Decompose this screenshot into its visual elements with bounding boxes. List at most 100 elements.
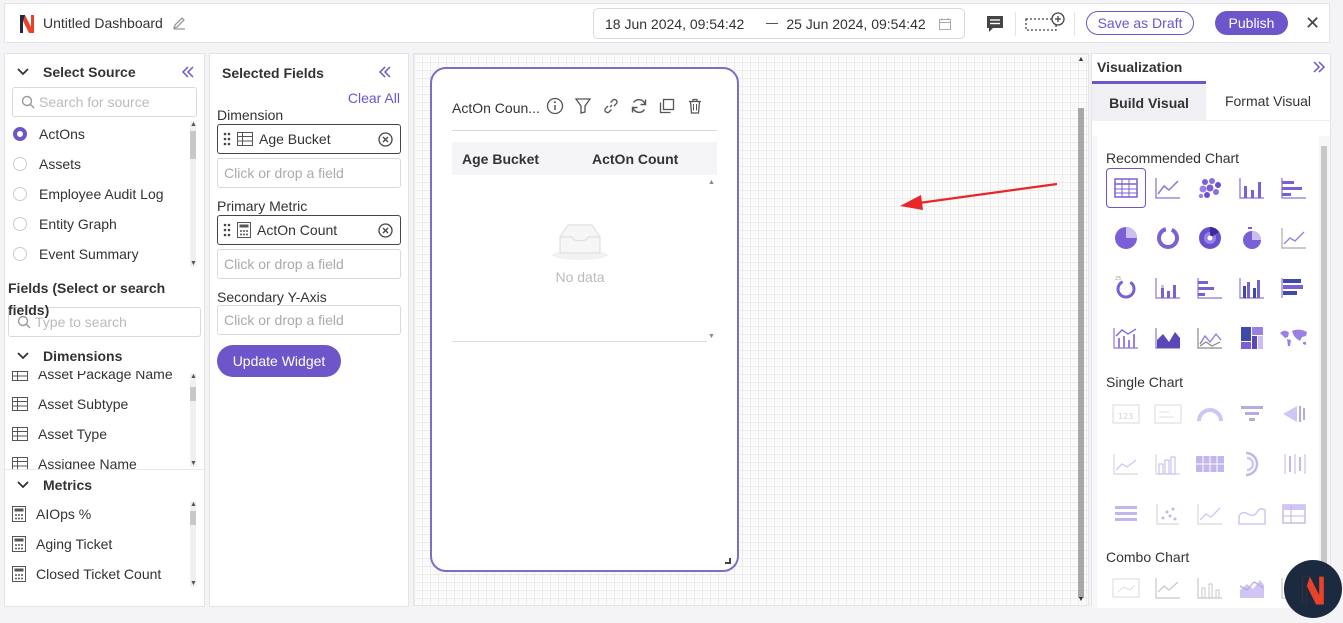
- radio[interactable]: [13, 217, 27, 231]
- area-line-chart-icon[interactable]: [1274, 218, 1314, 258]
- metric-item[interactable]: AIOps %: [5, 499, 204, 529]
- info-icon[interactable]: [546, 97, 564, 115]
- radio[interactable]: [13, 247, 27, 261]
- combo-kpi-icon[interactable]: [1106, 568, 1146, 608]
- pivot-table-icon[interactable]: [1274, 494, 1314, 534]
- publish-button[interactable]: Publish: [1215, 11, 1288, 35]
- metric-item[interactable]: Closed Ticket Count: [5, 559, 204, 589]
- dashboard-canvas[interactable]: ActOn Coun... Age Bucket ActOn Count ▲ N…: [413, 53, 1089, 606]
- visualization-scrollbar[interactable]: [1320, 136, 1328, 608]
- source-item[interactable]: Event Summary: [5, 239, 204, 269]
- scroll-down-arrow[interactable]: ▼: [190, 460, 197, 467]
- grouped-column-icon[interactable]: [1232, 268, 1272, 308]
- stacked-bar-icon[interactable]: [1190, 268, 1230, 308]
- filter-icon[interactable]: [574, 97, 592, 115]
- combo-area-icon[interactable]: [1232, 568, 1272, 608]
- kpi-card-icon[interactable]: [1148, 394, 1188, 434]
- link-icon[interactable]: [602, 97, 620, 115]
- dot-plot-icon[interactable]: [1148, 494, 1188, 534]
- column-header[interactable]: Age Bucket: [462, 151, 592, 167]
- refresh-icon[interactable]: [630, 97, 648, 115]
- scroll-down-arrow[interactable]: ▼: [708, 333, 715, 340]
- combo-line-icon[interactable]: [1148, 568, 1188, 608]
- scroll-thumb[interactable]: [190, 511, 196, 525]
- semi-pie-chart-icon[interactable]: [1232, 218, 1272, 258]
- duplicate-icon[interactable]: [658, 97, 676, 115]
- comment-icon[interactable]: [985, 14, 1005, 34]
- scatter-line-icon[interactable]: [1106, 444, 1146, 484]
- pyramid-chart-icon[interactable]: [1274, 394, 1314, 434]
- assistant-logo-button[interactable]: [1284, 560, 1342, 618]
- radial-bar-icon[interactable]: [1232, 444, 1272, 484]
- secondary-axis-drop-zone[interactable]: Click or drop a field: [217, 305, 401, 335]
- donut-chart-icon[interactable]: [1148, 218, 1188, 258]
- collapse-panel-icon[interactable]: [378, 66, 392, 78]
- dimension-item[interactable]: Assignee Name: [5, 449, 204, 469]
- metrics-scrollbar[interactable]: ▲ ▼: [190, 501, 197, 587]
- chevron-down-icon[interactable]: [17, 480, 29, 489]
- stacked-column-icon[interactable]: [1148, 268, 1188, 308]
- dimension-item[interactable]: Asset Package Name: [5, 371, 204, 389]
- histogram-icon[interactable]: [1148, 444, 1188, 484]
- date-to[interactable]: 25 Jun 2024, 09:54:42: [786, 16, 925, 32]
- date-from[interactable]: 18 Jun 2024, 09:54:42: [605, 16, 744, 32]
- canvas-scrollbar[interactable]: ▲ ▼: [1077, 56, 1085, 604]
- scroll-up-arrow[interactable]: ▲: [1077, 56, 1085, 64]
- drag-handle-icon[interactable]: [223, 222, 231, 238]
- scroll-up-arrow[interactable]: ▲: [190, 121, 197, 128]
- widget-card[interactable]: ActOn Coun... Age Bucket ActOn Count ▲ N…: [430, 67, 739, 572]
- close-icon[interactable]: ✕: [1305, 13, 1320, 33]
- multi-line-chart-icon[interactable]: [1190, 318, 1230, 358]
- treemap-chart-icon[interactable]: [1232, 318, 1272, 358]
- source-scrollbar[interactable]: ▲ ▼: [190, 121, 197, 267]
- metrics-header[interactable]: Metrics: [5, 469, 204, 499]
- scroll-down-arrow[interactable]: ▼: [190, 580, 197, 587]
- table-chart-icon[interactable]: [1106, 168, 1146, 208]
- tab-format-visual[interactable]: Format Visual: [1206, 81, 1330, 121]
- radio[interactable]: [13, 187, 27, 201]
- delete-icon[interactable]: [686, 97, 704, 115]
- radio[interactable]: [13, 157, 27, 171]
- update-widget-button[interactable]: Update Widget: [217, 345, 341, 377]
- scroll-thumb[interactable]: [190, 131, 196, 159]
- source-item[interactable]: Entity Graph: [5, 209, 204, 239]
- world-map-icon[interactable]: [1274, 318, 1314, 358]
- box-plot-icon[interactable]: [1274, 444, 1314, 484]
- source-search-input[interactable]: Search for source: [12, 87, 197, 117]
- funnel-chart-icon[interactable]: [1232, 394, 1272, 434]
- scroll-down-arrow[interactable]: ▼: [190, 260, 197, 267]
- scroll-thumb[interactable]: [1078, 108, 1084, 598]
- dimensions-scrollbar[interactable]: ▲ ▼: [190, 373, 197, 467]
- chevron-down-icon[interactable]: [17, 352, 29, 360]
- date-range-picker[interactable]: 18 Jun 2024, 09:54:42 25 Jun 2024, 09:54…: [593, 8, 965, 39]
- gauge-chart-icon[interactable]: [1190, 394, 1230, 434]
- resize-handle[interactable]: [725, 558, 731, 564]
- chevron-down-icon[interactable]: [17, 68, 29, 76]
- dimension-item[interactable]: Asset Type: [5, 419, 204, 449]
- trend-line-icon[interactable]: [1190, 494, 1230, 534]
- drag-handle-icon[interactable]: [223, 131, 231, 147]
- radial-chart-icon[interactable]: 25: [1106, 268, 1146, 308]
- tab-build-visual[interactable]: Build Visual: [1092, 81, 1206, 121]
- scroll-thumb[interactable]: [1321, 146, 1327, 566]
- scroll-up-arrow[interactable]: ▲: [190, 501, 197, 508]
- scroll-up-arrow[interactable]: ▲: [708, 179, 715, 186]
- dimensions-header[interactable]: Dimensions: [5, 341, 204, 371]
- scroll-up-arrow[interactable]: ▲: [190, 373, 197, 380]
- remove-icon[interactable]: [378, 132, 393, 147]
- metric-item[interactable]: Aging Ticket: [5, 529, 204, 559]
- radio-selected[interactable]: [13, 127, 27, 141]
- combo-line-column-icon[interactable]: [1106, 318, 1146, 358]
- dimension-item[interactable]: Asset Subtype: [5, 389, 204, 419]
- source-item[interactable]: Assets: [5, 149, 204, 179]
- column-chart-icon[interactable]: [1232, 168, 1272, 208]
- wave-area-icon[interactable]: [1232, 494, 1272, 534]
- line-chart-icon[interactable]: [1148, 168, 1188, 208]
- metric-drop-zone[interactable]: Click or drop a field: [217, 249, 401, 279]
- dimension-drop-zone[interactable]: Click or drop a field: [217, 158, 401, 188]
- source-item[interactable]: Employee Audit Log: [5, 179, 204, 209]
- calendar-icon[interactable]: [938, 17, 952, 31]
- source-item[interactable]: ActOns: [5, 119, 204, 149]
- remove-icon[interactable]: [378, 223, 393, 238]
- area-chart-icon[interactable]: [1148, 318, 1188, 358]
